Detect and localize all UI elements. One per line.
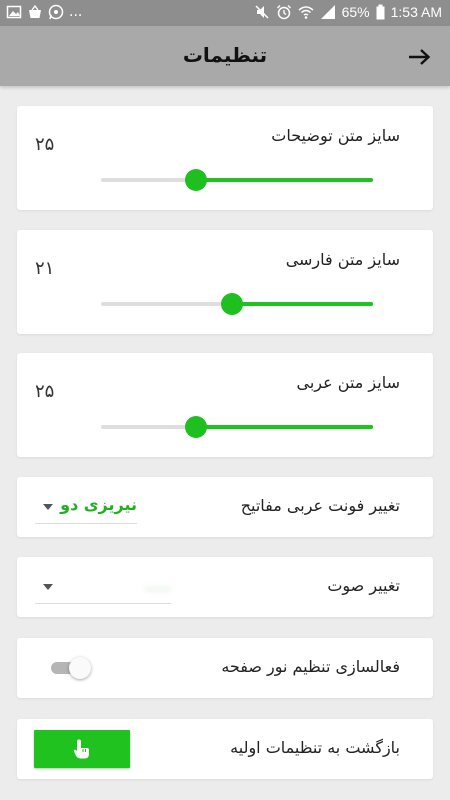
reset-card: بازگشت به تنظیمات اولیه <box>17 719 433 779</box>
switch-knob <box>69 657 91 679</box>
arrow-right-icon <box>409 49 431 65</box>
dropdown-arrow-icon <box>43 584 53 590</box>
arabic-font-label: تغییر فونت عربی مفاتیح <box>240 496 400 515</box>
arabic-size-label: سایز متن عربی <box>296 373 400 392</box>
arabic-size-card: سایز متن عربی ۲۵ <box>17 353 433 457</box>
back-button[interactable] <box>404 44 434 70</box>
dropdown-arrow-icon <box>43 504 53 510</box>
status-bar: ... 65% 1:53 AM <box>0 0 450 26</box>
slider-fill <box>231 302 373 306</box>
screen-light-label: فعالسازی تنظیم نور صفحه <box>221 657 400 676</box>
persian-size-value: ۲۱ <box>35 258 55 279</box>
screen-light-switch[interactable] <box>51 657 91 679</box>
slider-thumb[interactable] <box>185 169 208 191</box>
screen-light-card: فعالسازی تنظیم نور صفحه <box>17 638 433 698</box>
persian-size-slider[interactable] <box>101 293 373 315</box>
reset-label: بازگشت به تنظیمات اولیه <box>230 738 400 757</box>
persian-size-card: سایز متن فارسی ۲۱ <box>17 230 433 334</box>
arabic-font-selected: نیریزی دو <box>60 495 137 514</box>
sound-card: تغییر صوت ...... <box>17 557 433 617</box>
description-size-card: سایز متن توضیحات ۲۵ <box>17 106 433 210</box>
arabic-size-value: ۲۵ <box>35 381 55 402</box>
app-bar: تنظیمات <box>0 26 450 86</box>
persian-size-label: سایز متن فارسی <box>285 250 400 269</box>
slider-fill <box>196 425 373 429</box>
wifi-icon <box>298 4 314 20</box>
description-size-value: ۲۵ <box>35 134 55 155</box>
slider-fill <box>196 178 373 182</box>
image-icon <box>6 4 22 20</box>
reset-button[interactable] <box>34 730 130 768</box>
sound-label: تغییر صوت <box>327 576 400 595</box>
signal-icon <box>320 4 336 20</box>
alarm-icon <box>276 4 292 20</box>
battery-percent: 65% <box>341 4 370 20</box>
clock: 1:53 AM <box>390 4 442 20</box>
bag-icon <box>27 4 43 20</box>
sound-dropdown[interactable]: ...... <box>35 570 171 604</box>
page-title: تنظیمات <box>182 43 268 67</box>
description-size-slider[interactable] <box>101 169 373 191</box>
battery-icon <box>376 4 385 20</box>
whatsapp-icon <box>48 4 64 20</box>
touch-hand-icon <box>73 739 89 759</box>
notification-icons: ... <box>6 4 82 20</box>
system-status: 65% 1:53 AM <box>254 4 442 20</box>
arabic-font-dropdown[interactable]: نیریزی دو <box>35 490 137 524</box>
arabic-size-slider[interactable] <box>101 416 373 438</box>
slider-thumb[interactable] <box>220 293 243 315</box>
mute-icon <box>254 4 270 20</box>
description-size-label: سایز متن توضیحات <box>271 126 400 145</box>
sound-selected: ...... <box>144 578 171 594</box>
arabic-font-card: تغییر فونت عربی مفاتیح نیریزی دو <box>17 477 433 537</box>
slider-thumb[interactable] <box>185 416 208 438</box>
more-notifications: ... <box>69 4 83 20</box>
